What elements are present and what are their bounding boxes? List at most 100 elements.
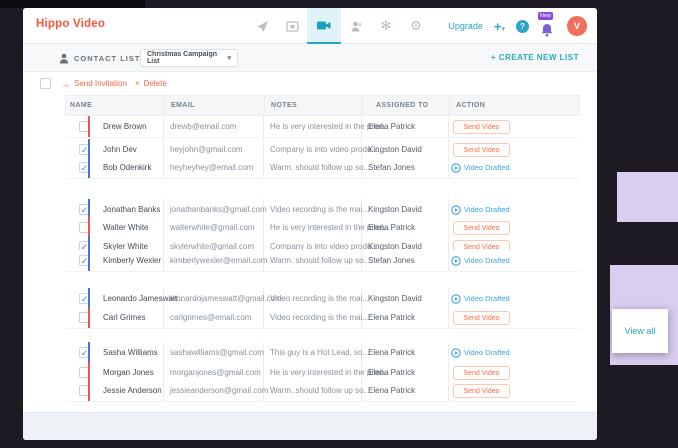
contacts-icon[interactable] [341, 8, 371, 44]
contact-assigned-to: Kingston David [368, 288, 422, 309]
header-divider [362, 96, 363, 115]
table-row[interactable]: Drew Browndrewb@email.comHe is very inte… [65, 116, 580, 138]
cell-divider [163, 217, 164, 238]
stats-footer [23, 412, 597, 440]
person-icon [59, 53, 69, 64]
app-window: Hippo Video ✻ ⚙ Upgrade +▾ [23, 8, 597, 440]
send-video-button[interactable]: Send Video [453, 311, 510, 325]
status-bar [88, 116, 90, 137]
status-bar [88, 250, 90, 271]
video-drafted-status: Video Drafted [451, 342, 510, 363]
cell-divider [263, 157, 264, 178]
hippo-video-logo: Hippo Video [36, 18, 105, 30]
column-header-notes: NOTES [271, 96, 297, 115]
contact-name: Sasha Williams [103, 342, 158, 363]
create-new-list-button[interactable]: + CREATE NEW LIST [491, 53, 579, 62]
column-header-name: NAME [70, 96, 92, 115]
contact-email: heyheyhey@email.com [170, 157, 253, 178]
contact-name: Walter White [103, 217, 149, 238]
column-header-action: ACTION [456, 96, 485, 115]
video-drafted-icon [451, 348, 461, 358]
status-bar [88, 342, 90, 363]
bell-icon [541, 23, 553, 37]
contact-assigned-to: Stefan Jones [368, 250, 415, 271]
status-bar [88, 217, 90, 238]
delete-button[interactable]: ×Delete [135, 79, 167, 88]
contact-notes: Warm..should follow up so... [270, 380, 370, 401]
arrow-icon: → [61, 79, 70, 89]
create-plus-button[interactable]: +▾ [494, 19, 505, 34]
video-drafted-status: Video Drafted [451, 157, 510, 178]
contact-email: walterwhite@gmail.com [170, 217, 255, 238]
send-invitation-button[interactable]: →Send Invitation [61, 79, 127, 89]
contact-assigned-to: Elena Patrick [368, 116, 415, 137]
screen-record-icon[interactable] [277, 8, 307, 44]
header-divider [449, 96, 450, 115]
send-video-button[interactable]: Send Video [453, 120, 510, 134]
status-bar [88, 380, 90, 401]
contact-assigned-to: Elena Patrick [368, 380, 415, 401]
contact-email: carlgrimes@email.com [170, 307, 251, 328]
contact-email: kimberlywexler@email.com [170, 250, 267, 271]
notifications-bell[interactable]: New [540, 15, 556, 37]
campaign-list-select[interactable]: Christmas Campaign List▾ [140, 49, 238, 67]
nav-icon-bar: ✻ ⚙ [247, 8, 431, 44]
cell-divider [263, 307, 264, 328]
video-camera-icon[interactable] [307, 8, 341, 44]
contact-notes: Video recording is the mai... [270, 288, 369, 309]
chevron-down-icon: ▾ [227, 54, 231, 62]
table-row[interactable]: Carl Grimescarlgrimes@email.comVideo rec… [65, 307, 580, 329]
contact-notes: This guy is a Hot Lead, so.... [270, 342, 371, 363]
floating-view-all[interactable]: View all [612, 309, 668, 353]
contact-name: Drew Brown [103, 116, 147, 137]
contact-list-label: CONTACT LIST [59, 53, 140, 64]
contact-assigned-to: Stefan Jones [368, 157, 415, 178]
lavender-patch [617, 172, 678, 222]
contact-notes: Warm. should follow up so... [270, 157, 370, 178]
screen: Hippo Video ✻ ⚙ Upgrade +▾ [0, 0, 678, 448]
contact-assigned-to: Elena Patrick [368, 307, 415, 328]
cell-divider [448, 380, 449, 401]
table-row[interactable]: ✓Bob Odenkirkheyheyhey@email.comWarm. sh… [65, 157, 580, 179]
send-video-button[interactable]: Send Video [453, 366, 510, 380]
send-video-button[interactable]: Send Video [453, 143, 510, 157]
integrations-icon[interactable]: ✻ [371, 8, 401, 44]
contact-notes: Warm. should follow up so... [270, 250, 370, 271]
cell-divider [163, 157, 164, 178]
column-header-assigned-to: ASSIGNED TO [376, 96, 429, 115]
upgrade-link[interactable]: Upgrade [448, 21, 483, 31]
paper-plane-icon[interactable] [247, 8, 277, 44]
table-header: NAMEEMAILNOTESASSIGNED TOACTION [65, 95, 580, 116]
x-icon: × [135, 79, 140, 88]
chevron-down-icon: ▾ [501, 26, 505, 33]
select-all-checkbox[interactable] [40, 78, 51, 89]
contact-email: sashawilliams@gmail.com [170, 342, 264, 363]
help-icon[interactable]: ? [516, 20, 529, 33]
cell-divider [448, 342, 449, 363]
cell-divider [163, 380, 164, 401]
table-row[interactable]: ✓Kimberly Wexlerkimberlywexler@email.com… [65, 250, 580, 272]
contact-assigned-to: Elena Patrick [368, 342, 415, 363]
send-video-button[interactable]: Send Video [453, 384, 510, 398]
status-bar [88, 157, 90, 178]
cell-divider [448, 116, 449, 137]
nav-right: Upgrade +▾ ? New V [448, 8, 587, 44]
video-drafted-status: Video Drafted [451, 250, 510, 271]
send-video-button[interactable]: Send Video [453, 221, 510, 235]
cell-divider [163, 116, 164, 137]
avatar[interactable]: V [567, 16, 587, 36]
subheader: CONTACT LIST Christmas Campaign List▾ + … [23, 44, 597, 72]
status-bar [88, 288, 90, 309]
new-badge: New [538, 12, 553, 20]
cell-divider [163, 250, 164, 271]
cell-divider [163, 307, 164, 328]
contact-name: Carl Grimes [103, 307, 146, 328]
cell-divider [448, 157, 449, 178]
top-nav: Hippo Video ✻ ⚙ Upgrade +▾ [23, 8, 597, 44]
table-row[interactable]: ✓Sasha Williamssashawilliams@gmail.comTh… [65, 342, 580, 364]
contact-email: drewb@email.com [170, 116, 236, 137]
header-divider [264, 96, 265, 115]
table-row[interactable]: Jessie Andersonjessieanderson@gmail.comW… [65, 380, 580, 402]
contact-email: leonardojameswatt@gmail.com [170, 288, 282, 309]
settings-gear-icon[interactable]: ⚙ [401, 8, 431, 44]
